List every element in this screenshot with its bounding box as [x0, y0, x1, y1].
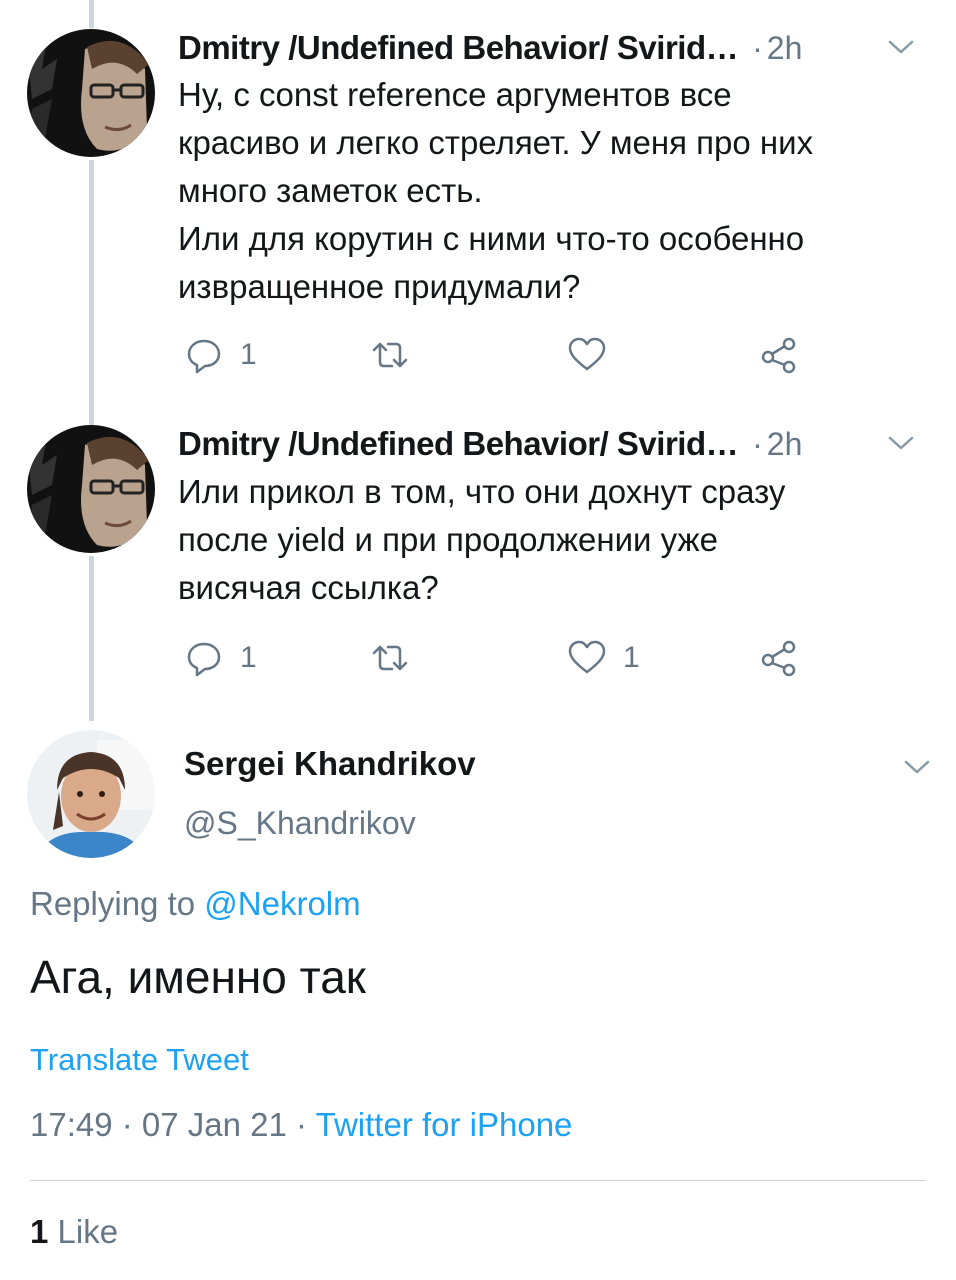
chevron-down-icon[interactable] — [900, 752, 934, 782]
separator-dot: · — [752, 29, 763, 66]
main-tweet-text: Ага, именно так — [30, 951, 366, 1003]
like-button[interactable] — [567, 333, 623, 377]
tweet-time[interactable]: 2h — [767, 426, 803, 463]
thread-line-middle — [89, 160, 94, 425]
reply-button[interactable]: 1 — [184, 636, 257, 680]
tweet-text-line: красиво и легко стреляет. У меня про них — [178, 124, 814, 161]
avatar-image — [27, 29, 155, 157]
tweet-text: Или прикол в том, что они дохнут сразу п… — [178, 468, 928, 612]
tweet-text: Ну, с const reference аргументов все кра… — [178, 71, 928, 311]
tweet-header: Dmitry /Undefined Behavior/ Svirid… · 2h — [178, 28, 918, 68]
tweet-text-line: Ну, с const reference аргументов все — [178, 76, 732, 113]
reply-count: 1 — [240, 641, 257, 674]
share-icon — [761, 337, 796, 374]
tweet-date: 07 Jan 21 — [141, 1106, 287, 1143]
tweet-text-line: висячая ссылка? — [178, 569, 439, 606]
avatar-image — [27, 730, 155, 858]
share-button[interactable] — [759, 333, 799, 377]
reply-count: 1 — [240, 338, 257, 371]
avatar-image — [27, 425, 155, 553]
chevron-down-icon[interactable] — [884, 428, 918, 458]
share-button[interactable] — [759, 636, 799, 680]
tweet-actions: 1 1 — [178, 636, 878, 680]
tweet-timestamp: 17:49 — [30, 1106, 113, 1143]
like-count: 1 — [623, 641, 640, 674]
tweet-time[interactable]: 2h — [767, 30, 803, 67]
author-name[interactable]: Dmitry /Undefined Behavior/ Svirid… — [178, 29, 739, 67]
meta-separator: · — [286, 1106, 316, 1143]
reply-icon — [187, 339, 221, 374]
replying-prefix: Replying to — [30, 885, 205, 922]
author-handle[interactable]: @S_Khandrikov — [184, 805, 416, 842]
likes-count: 1 — [30, 1213, 49, 1250]
tweet-text-line: после yield и при продолжении уже — [178, 521, 718, 558]
tweet-header: Dmitry /Undefined Behavior/ Svirid… · 2h — [178, 424, 918, 464]
thread-line-top — [89, 0, 94, 28]
avatar[interactable] — [27, 730, 155, 858]
avatar[interactable] — [27, 29, 155, 157]
tweet-text-line: много заметок есть. — [178, 172, 483, 209]
chevron-down-icon[interactable] — [884, 32, 918, 62]
author-name[interactable]: Dmitry /Undefined Behavior/ Svirid… — [178, 425, 739, 463]
retweet-icon — [372, 645, 408, 671]
tweet-text-line: Или прикол в том, что они дохнут сразу — [178, 473, 786, 510]
likes-label: Like — [57, 1213, 119, 1250]
translate-tweet-link[interactable]: Translate Tweet — [30, 1042, 249, 1078]
replying-to-link[interactable]: @Nekrolm — [204, 885, 360, 922]
author-name[interactable]: Sergei Khandrikov — [184, 745, 476, 783]
share-icon — [761, 640, 796, 677]
tweet-text-line: Или для корутин с ними что-то особенно — [178, 220, 805, 257]
retweet-button[interactable] — [370, 636, 426, 680]
like-icon — [568, 640, 606, 674]
reply-button[interactable]: 1 — [184, 333, 257, 377]
separator-dot: · — [752, 425, 763, 462]
tweet-meta: 17:49 · 07 Jan 21 · Twitter for iPhone — [30, 1106, 572, 1144]
likes-summary[interactable]: 1 Like — [30, 1213, 118, 1251]
retweet-icon — [372, 342, 408, 368]
divider — [30, 1180, 926, 1181]
replying-to: Replying to @Nekrolm — [30, 885, 361, 923]
retweet-button[interactable] — [370, 333, 426, 377]
thread-line-bottom — [89, 556, 94, 721]
like-button[interactable]: 1 — [567, 636, 640, 680]
tweet-actions: 1 — [178, 333, 878, 377]
tweet-source-link[interactable]: Twitter for iPhone — [316, 1106, 573, 1143]
meta-separator: · — [112, 1106, 142, 1143]
tweet-text-line: извращенное придумали? — [178, 268, 581, 305]
reply-icon — [187, 642, 221, 677]
like-icon — [568, 337, 606, 371]
avatar[interactable] — [27, 425, 155, 553]
